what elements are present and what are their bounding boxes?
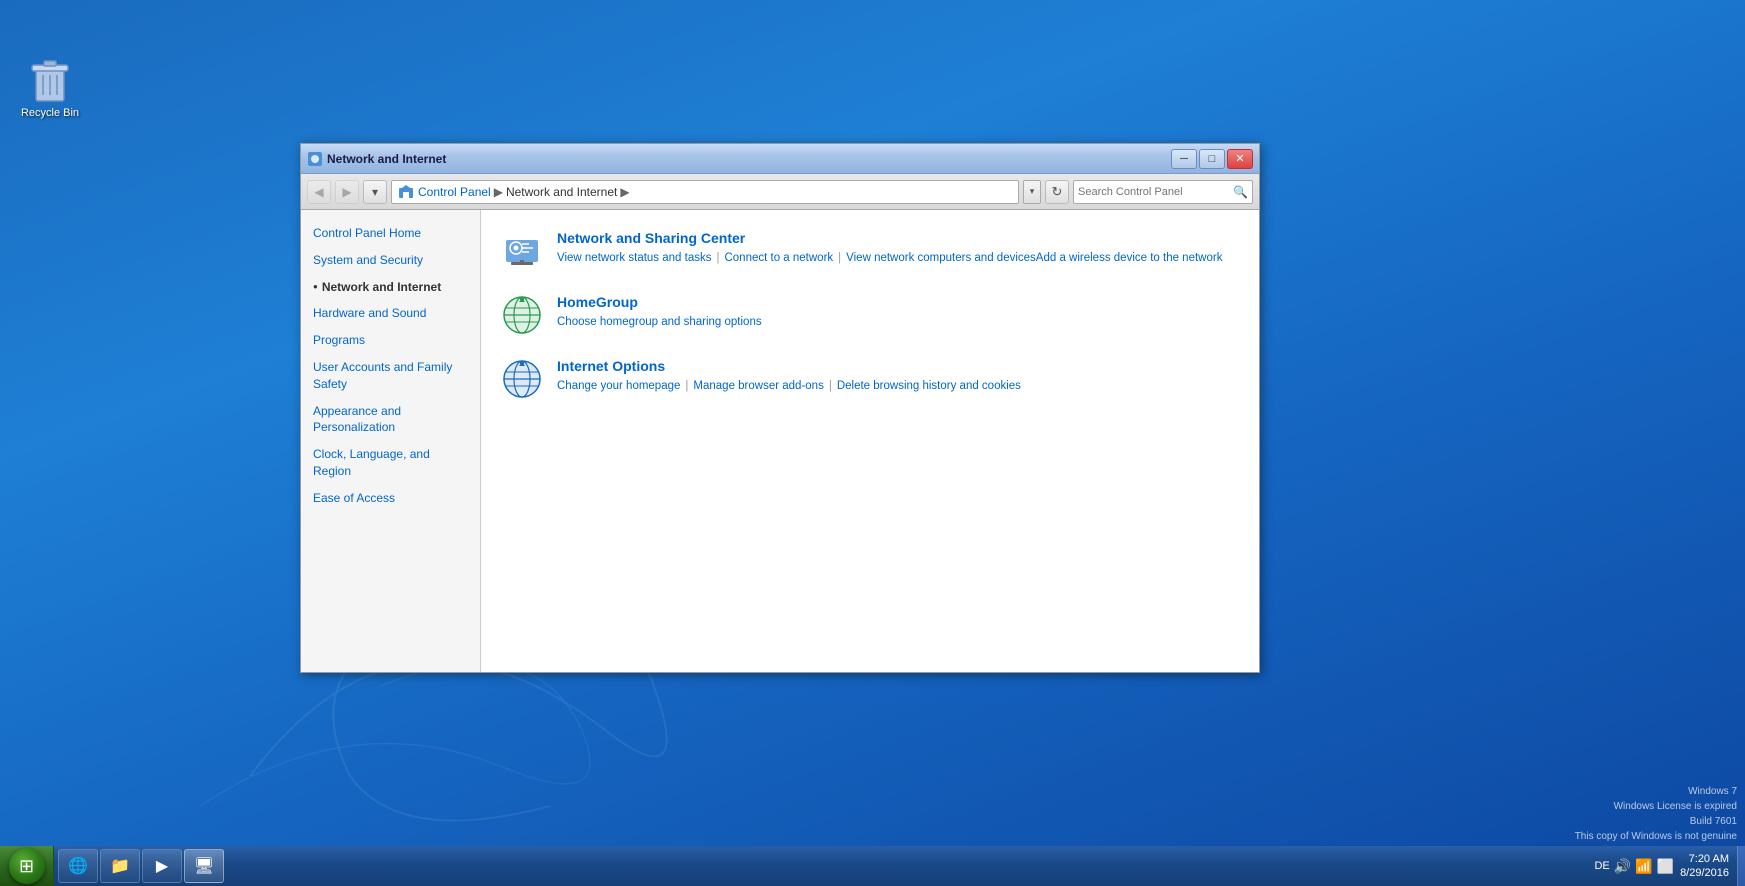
link-change-homepage[interactable]: Change your homepage	[557, 377, 680, 395]
internet-options-title[interactable]: Internet Options	[557, 358, 1239, 374]
search-bar: 🔍	[1073, 180, 1253, 204]
taskbar-ie[interactable]: 🌐	[58, 849, 98, 883]
internet-options-icon	[501, 358, 543, 400]
breadcrumb-control-panel[interactable]: Control Panel	[418, 185, 491, 199]
sidebar-item-control-panel-home[interactable]: Control Panel Home	[301, 220, 480, 247]
back-button[interactable]: ◀	[307, 180, 331, 204]
category-network-sharing: Network and Sharing Center View network …	[501, 230, 1239, 272]
window-body: Control Panel Home System and Security N…	[301, 210, 1259, 672]
internet-options-links: Change your homepage | Manage browser ad…	[557, 377, 1239, 395]
clock-date: 8/29/2016	[1680, 866, 1729, 880]
sidebar-item-ease-access[interactable]: Ease of Access	[301, 485, 480, 512]
homegroup-content: HomeGroup Choose homegroup and sharing o…	[557, 294, 1239, 331]
taskbar-control-panel[interactable]: 🖥	[184, 849, 224, 883]
language-indicator: DE	[1594, 860, 1609, 872]
refresh-button[interactable]: ↻	[1045, 180, 1069, 204]
network-sharing-icon	[501, 230, 543, 272]
link-view-network-status[interactable]: View network status and tasks	[557, 249, 711, 267]
link-homegroup-sharing[interactable]: Choose homegroup and sharing options	[557, 313, 762, 331]
network-sharing-content: Network and Sharing Center View network …	[557, 230, 1239, 267]
breadcrumb: Control Panel ▶ Network and Internet ▶	[391, 180, 1019, 204]
desktop: Recycle Bin Network and Internet ─ □ ✕	[0, 0, 1745, 886]
homegroup-icon	[501, 294, 543, 336]
network-tray-icon[interactable]: 📶	[1635, 858, 1652, 875]
homegroup-title[interactable]: HomeGroup	[557, 294, 1239, 310]
sidebar-item-appearance[interactable]: Appearance and Personalization	[301, 398, 480, 442]
clock-icon: ⬜	[1657, 858, 1674, 875]
sidebar-item-programs[interactable]: Programs	[301, 327, 480, 354]
control-panel-window: Network and Internet ─ □ ✕ ◀ ▶ ▾ Control…	[300, 143, 1260, 673]
taskbar: ⊞ 🌐 📁 ▶ 🖥 DE 🔊 📶 ⬜ 7:20 AM 8/29/2016	[0, 846, 1745, 886]
category-internet-options: Internet Options Change your homepage | …	[501, 358, 1239, 400]
breadcrumb-arrow-1: ▶	[494, 185, 503, 199]
link-manage-addons[interactable]: Manage browser add-ons	[693, 377, 823, 395]
homegroup-links: Choose homegroup and sharing options	[557, 313, 1239, 331]
taskbar-explorer[interactable]: 📁	[100, 849, 140, 883]
link-view-network-computers[interactable]: View network computers and devices	[846, 249, 1036, 267]
sidebar-item-clock-language[interactable]: Clock, Language, and Region	[301, 441, 480, 485]
search-icon[interactable]: 🔍	[1233, 185, 1248, 199]
category-homegroup: HomeGroup Choose homegroup and sharing o…	[501, 294, 1239, 336]
taskbar-right: DE 🔊 📶 ⬜ 7:20 AM 8/29/2016	[1586, 846, 1737, 886]
main-content: Network and Sharing Center View network …	[481, 210, 1259, 672]
sidebar-item-network-internet[interactable]: Network and Internet	[301, 274, 480, 301]
show-desktop-button[interactable]	[1737, 846, 1745, 886]
link-connect-to-network[interactable]: Connect to a network	[724, 249, 833, 267]
sidebar-item-user-accounts[interactable]: User Accounts and Family Safety	[301, 354, 480, 398]
windows-logo: ⊞	[19, 856, 34, 877]
link-add-wireless-device[interactable]: Add a wireless device to the network	[1036, 249, 1223, 267]
network-sharing-links: View network status and tasks | Connect …	[557, 249, 1239, 267]
address-bar: ◀ ▶ ▾ Control Panel ▶ Network and Intern…	[301, 174, 1259, 210]
network-sharing-title[interactable]: Network and Sharing Center	[557, 230, 1239, 246]
system-tray: DE 🔊 📶 ⬜	[1594, 858, 1674, 875]
recycle-bin-icon[interactable]: Recycle Bin	[10, 55, 90, 119]
breadcrumb-network-internet[interactable]: Network and Internet	[506, 185, 617, 199]
window-controls: ─ □ ✕	[1171, 149, 1253, 169]
internet-options-content: Internet Options Change your homepage | …	[557, 358, 1239, 395]
clock-area[interactable]: 7:20 AM 8/29/2016	[1680, 852, 1729, 881]
sidebar: Control Panel Home System and Security N…	[301, 210, 481, 672]
taskbar-media[interactable]: ▶	[142, 849, 182, 883]
clock-time: 7:20 AM	[1689, 852, 1729, 866]
address-dropdown-button[interactable]: ▾	[1023, 180, 1041, 204]
maximize-button[interactable]: □	[1199, 149, 1225, 169]
volume-icon[interactable]: 🔊	[1614, 858, 1631, 875]
recycle-bin-label: Recycle Bin	[21, 107, 79, 119]
breadcrumb-arrow-2: ▶	[620, 185, 629, 199]
close-button[interactable]: ✕	[1227, 149, 1253, 169]
window-title: Network and Internet	[327, 152, 446, 166]
taskbar-items: 🌐 📁 ▶ 🖥	[54, 846, 1586, 886]
title-bar: Network and Internet ─ □ ✕	[301, 144, 1259, 174]
windows-info: Windows 7 Windows License is expired Bui…	[1575, 784, 1737, 844]
forward-button[interactable]: ▶	[335, 180, 359, 204]
dropdown-nav-button[interactable]: ▾	[363, 180, 387, 204]
minimize-button[interactable]: ─	[1171, 149, 1197, 169]
start-button[interactable]: ⊞	[0, 846, 54, 886]
sidebar-item-system-security[interactable]: System and Security	[301, 247, 480, 274]
sidebar-item-hardware-sound[interactable]: Hardware and Sound	[301, 300, 480, 327]
link-delete-browsing-history[interactable]: Delete browsing history and cookies	[837, 377, 1021, 395]
search-input[interactable]	[1078, 186, 1233, 198]
